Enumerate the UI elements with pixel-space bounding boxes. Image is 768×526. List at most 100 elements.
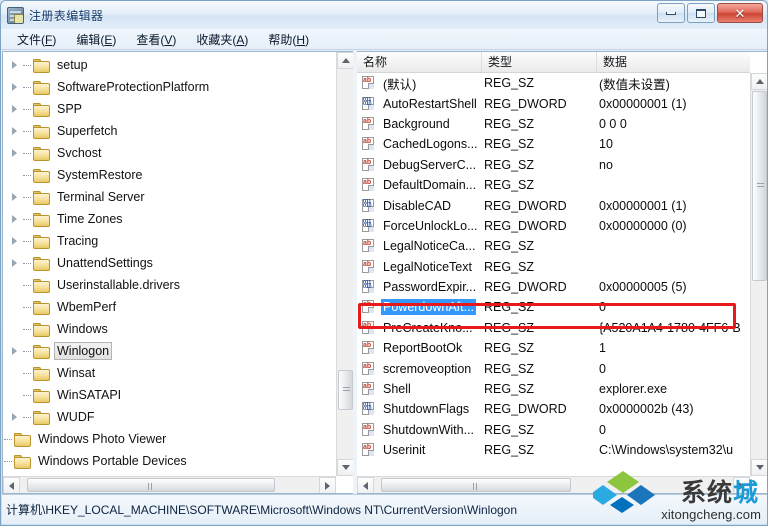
folder-icon [33, 234, 50, 249]
menu-favorites[interactable]: 收藏夹(A) [187, 29, 257, 50]
tree-expand-arrow-icon[interactable] [9, 54, 23, 76]
tree-horizontal-scrollbar[interactable] [3, 476, 336, 493]
registry-tree-pane[interactable]: setup SoftwareProtectionPlatform SPP Superf… [2, 51, 353, 494]
tree-expand-arrow-icon[interactable] [9, 98, 23, 120]
value-name-cell: ab LegalNoticeText [357, 259, 482, 275]
table-row[interactable]: ab PowerdownAft... REG_SZ 0 [357, 297, 750, 317]
tree-connector-line [23, 252, 33, 274]
tree-item-windows-portable-devices[interactable]: Windows Portable Devices [3, 450, 337, 472]
table-row[interactable]: 011 010 AutoRestartShell REG_DWORD 0x0000000… [357, 93, 750, 113]
tree-item-userinstallable-drivers[interactable]: Userinstallable.drivers [3, 274, 337, 296]
value-type-cell: REG_SZ [484, 320, 535, 335]
tree-item-systemrestore[interactable]: SystemRestore [3, 164, 337, 186]
value-type-cell: REG_SZ [484, 239, 535, 254]
tree-scroll-up-button[interactable] [337, 52, 353, 69]
list-hscroll-thumb[interactable] [381, 478, 571, 492]
tree-item-softwareprotectionplatform[interactable]: SoftwareProtectionPlatform [3, 76, 337, 98]
tree-expand-arrow-icon[interactable] [9, 340, 23, 362]
window-title: 注册表编辑器 [29, 8, 104, 23]
tree-hscroll-thumb[interactable] [27, 478, 275, 492]
column-header-name[interactable]: 名称 [357, 52, 482, 72]
table-row[interactable]: ab LegalNoticeCa... REG_SZ [357, 236, 750, 256]
table-row[interactable]: 011 010 ShutdownFlags REG_DWORD 0x0000002b (… [357, 399, 750, 419]
menu-view[interactable]: 查看(V) [127, 29, 185, 50]
tree-expand-arrow-icon[interactable] [9, 76, 23, 98]
list-scroll-right-button[interactable] [733, 477, 750, 493]
chevron-left-icon [9, 481, 14, 490]
tree-expand-arrow-icon[interactable] [9, 230, 23, 252]
tree-item-label: Svchost [57, 146, 102, 160]
tree-item-unattendsettings[interactable]: UnattendSettings [3, 252, 337, 274]
table-row[interactable]: ab Background REG_SZ 0 0 0 [357, 114, 750, 134]
table-row[interactable]: ab scremoveoption REG_SZ 0 [357, 358, 750, 378]
table-row[interactable]: ab Userinit REG_SZ C:\Windows\system32\u [357, 440, 750, 460]
tree-item-setup[interactable]: setup [3, 54, 337, 76]
table-row[interactable]: ab Shell REG_SZ explorer.exe [357, 379, 750, 399]
folder-icon [33, 212, 50, 227]
list-vertical-scrollbar[interactable] [750, 73, 767, 476]
minimize-button[interactable] [657, 3, 685, 23]
string-value-icon: ab [361, 300, 376, 314]
list-scroll-left-button[interactable] [357, 477, 374, 493]
close-button[interactable]: ✕ [717, 3, 763, 23]
tree-item-winlogon[interactable]: Winlogon [3, 340, 337, 362]
tree-item-superfetch[interactable]: Superfetch [3, 120, 337, 142]
maximize-button[interactable] [687, 3, 715, 23]
tree-item-terminal-server[interactable]: Terminal Server [3, 186, 337, 208]
title-bar[interactable]: 注册表编辑器 ✕ [1, 1, 767, 29]
table-row[interactable]: ab DefaultDomain... REG_SZ [357, 175, 750, 195]
tree-scroll-right-button[interactable] [319, 477, 336, 493]
table-row[interactable]: ab (默认) REG_SZ (数值未设置) [357, 73, 750, 93]
value-name-cell: ab Userinit [357, 442, 482, 458]
tree-scroll-down-button[interactable] [337, 459, 353, 476]
list-horizontal-scrollbar[interactable] [357, 476, 750, 493]
list-scroll-thumb[interactable] [752, 91, 767, 281]
menu-help[interactable]: 帮助(H) [259, 29, 318, 50]
tree-item-label: Userinstallable.drivers [57, 278, 180, 292]
tree-scroll-thumb[interactable] [338, 370, 353, 410]
table-row[interactable]: 011 010 ForceUnlockLo... REG_DWORD 0x0000000… [357, 216, 750, 236]
table-row[interactable]: ab ReportBootOk REG_SZ 1 [357, 338, 750, 358]
tree-vertical-scrollbar[interactable] [336, 52, 353, 476]
list-scroll-down-button[interactable] [751, 459, 767, 476]
table-row[interactable]: ab LegalNoticeText REG_SZ [357, 257, 750, 277]
menu-edit[interactable]: 编辑(E) [67, 29, 125, 50]
tree-item-time-zones[interactable]: Time Zones [3, 208, 337, 230]
menu-help-label: 帮助(H) [268, 32, 310, 47]
column-header-data[interactable]: 数据 [597, 52, 750, 72]
tree-item-label: Windows [57, 322, 108, 336]
tree-expand-arrow-icon[interactable] [9, 120, 23, 142]
tree-expand-arrow-icon[interactable] [9, 252, 23, 274]
value-data-cell: (数值未设置) [599, 77, 670, 92]
table-row[interactable]: 011 010 PasswordExpir... REG_DWORD 0x0000000… [357, 277, 750, 297]
tree-expand-arrow-icon[interactable] [9, 186, 23, 208]
tree-item-spp[interactable]: SPP [3, 98, 337, 120]
tree-expand-arrow-icon[interactable] [9, 208, 23, 230]
tree-item-wudf[interactable]: WUDF [3, 406, 337, 428]
tree-scroll-left-button[interactable] [3, 477, 20, 493]
tree-connector-line [23, 318, 33, 340]
tree-item-windows-photo-viewer[interactable]: Windows Photo Viewer [3, 428, 337, 450]
folder-icon [33, 190, 50, 205]
tree-item-wbemperf[interactable]: WbemPerf [3, 296, 337, 318]
menu-file[interactable]: 文件(F) [8, 29, 65, 50]
table-row[interactable]: ab PreCreateKno... REG_SZ {A520A1A4-1780-4F… [357, 318, 750, 338]
chevron-right-icon [325, 481, 330, 490]
tree-expand-arrow-icon[interactable] [9, 142, 23, 164]
tree-expand-arrow-icon[interactable] [9, 406, 23, 428]
list-scroll-up-button[interactable] [751, 73, 767, 90]
value-data-cell: 0x00000005 (5) [599, 280, 687, 295]
table-row[interactable]: ab CachedLogons... REG_SZ 10 [357, 134, 750, 154]
table-row[interactable]: ab DebugServerC... REG_SZ no [357, 155, 750, 175]
table-row[interactable]: 011 010 DisableCAD REG_DWORD 0x00000001 (1) [357, 195, 750, 215]
value-name-cell: 011 010 DisableCAD [357, 198, 482, 214]
value-name-text: (默认) [383, 77, 417, 92]
tree-item-winsat[interactable]: Winsat [3, 362, 337, 384]
tree-item-svchost[interactable]: Svchost [3, 142, 337, 164]
table-row[interactable]: ab ShutdownWith... REG_SZ 0 [357, 420, 750, 440]
tree-item-winsatapi[interactable]: WinSATAPI [3, 384, 337, 406]
tree-item-tracing[interactable]: Tracing [3, 230, 337, 252]
column-header-type[interactable]: 类型 [482, 52, 597, 72]
registry-values-pane[interactable]: 名称 类型 数据 ab (默认) REG_SZ (数值未设置) 011 010 AutoRe… [357, 51, 767, 494]
tree-item-windows[interactable]: Windows [3, 318, 337, 340]
